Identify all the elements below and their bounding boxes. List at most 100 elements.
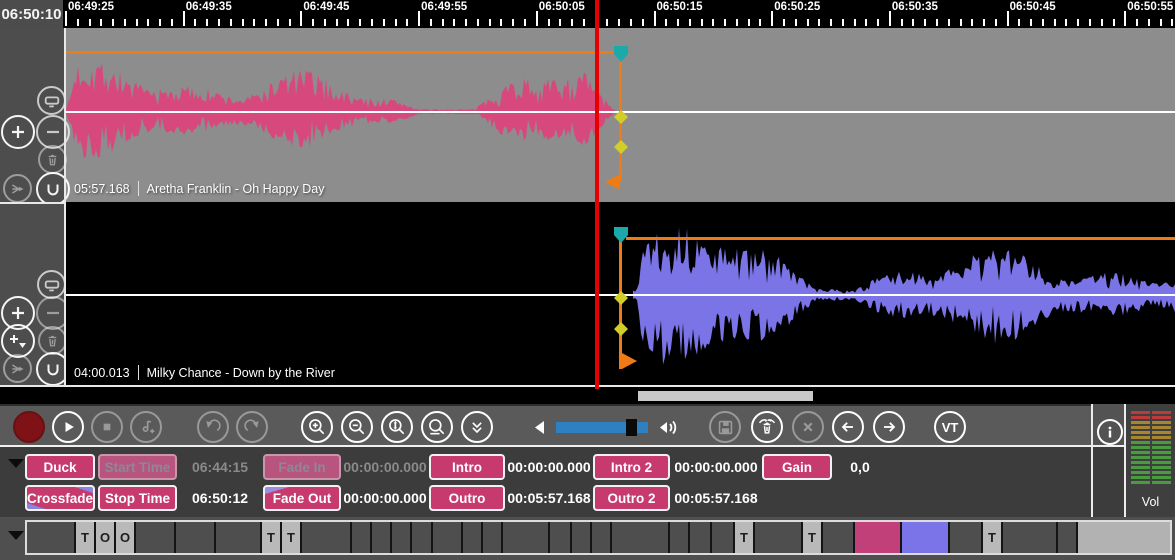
insert-track-button[interactable] [1, 324, 35, 358]
discard-all-button[interactable] [751, 411, 783, 443]
cart-cell[interactable] [352, 522, 372, 553]
zoom-vertical-button[interactable] [381, 411, 413, 443]
horizontal-scrollbar[interactable] [0, 385, 1175, 404]
intro-value[interactable]: 00:00:00.000 [508, 454, 590, 480]
intro-2-value[interactable]: 00:00:00.000 [673, 454, 759, 480]
duck-button[interactable]: Duck [25, 454, 95, 480]
stop-time-button[interactable]: Stop Time [98, 485, 177, 511]
outro-2-button[interactable]: Outro 2 [593, 485, 670, 511]
volume-envelope-line[interactable] [626, 237, 1175, 240]
scrollbar-thumb[interactable] [638, 391, 813, 401]
cue-start-marker[interactable] [613, 226, 629, 244]
playlist-strip[interactable]: TOOTTTTT [25, 520, 1172, 555]
undo-button[interactable] [197, 411, 229, 443]
volume-envelope-line[interactable] [66, 51, 621, 54]
track-1-wave-area[interactable]: 05:57.168 Aretha Franklin - Oh Happy Day [66, 28, 1175, 202]
outro-2-value[interactable]: 00:05:57.168 [673, 485, 759, 511]
record-button[interactable] [13, 411, 45, 443]
cart-cell[interactable] [216, 522, 262, 553]
cart-cell-t[interactable]: T [735, 522, 755, 553]
envelope-node-marker[interactable] [614, 140, 628, 154]
next-button[interactable] [873, 411, 905, 443]
cart-cell-t[interactable]: T [282, 522, 302, 553]
cart-cell[interactable] [550, 522, 572, 553]
collapse-strip-caret[interactable] [8, 531, 24, 540]
close-button[interactable] [792, 411, 824, 443]
cart-cell[interactable] [690, 522, 712, 553]
cart-cell[interactable] [572, 522, 592, 553]
delete-track-button[interactable] [38, 145, 67, 174]
cart-cell[interactable] [712, 522, 735, 553]
start-time-button[interactable]: Start Time [98, 454, 177, 480]
envelope-node-marker[interactable] [614, 322, 628, 336]
outro-value[interactable]: 00:05:57.168 [508, 485, 590, 511]
fade-in-button[interactable]: Fade In [263, 454, 341, 480]
cart-cell[interactable] [950, 522, 983, 553]
cart-cell-o[interactable]: O [96, 522, 116, 553]
zoom-out-button[interactable] [341, 411, 373, 443]
cart-cell[interactable] [392, 522, 412, 553]
cart-cell[interactable] [483, 522, 503, 553]
cart-cell[interactable] [372, 522, 392, 553]
crossfade-button[interactable]: Crossfade [25, 485, 95, 511]
volume-slider-thumb[interactable] [626, 419, 637, 436]
outro-button[interactable]: Outro [429, 485, 505, 511]
fade-in-marker[interactable] [622, 353, 637, 369]
gain-button[interactable]: Gain [762, 454, 832, 480]
fade-out-marker[interactable] [605, 174, 620, 190]
cart-cell[interactable] [463, 522, 483, 553]
stop-button[interactable] [91, 411, 123, 443]
cart-cell[interactable] [855, 522, 902, 553]
fade-out-value[interactable]: 00:00:00.000 [344, 485, 426, 511]
cart-cell[interactable] [823, 522, 855, 553]
merge-tracks-button[interactable] [3, 174, 32, 203]
timeline-ruler[interactable]: 06:49:2506:49:3506:49:4506:49:5506:50:05… [63, 0, 1175, 28]
cart-cell[interactable] [176, 522, 216, 553]
cart-cell[interactable] [592, 522, 612, 553]
cart-cell[interactable] [433, 522, 463, 553]
playhead-cursor[interactable] [595, 0, 599, 389]
envelope-node-marker[interactable] [614, 110, 628, 124]
play-button[interactable] [52, 411, 84, 443]
voice-track-button[interactable]: VT [934, 411, 966, 443]
zoom-in-track-button[interactable] [1, 115, 35, 149]
collapse-panel-caret[interactable] [8, 459, 24, 468]
cue-start-marker[interactable] [613, 45, 629, 63]
cart-cell-o[interactable]: O [116, 522, 136, 553]
merge-tracks-button[interactable] [3, 354, 32, 383]
cart-cell-t[interactable]: T [803, 522, 823, 553]
save-button[interactable] [709, 411, 741, 443]
redo-button[interactable] [236, 411, 268, 443]
cart-cell[interactable] [1078, 522, 1170, 553]
cart-cell[interactable] [27, 522, 76, 553]
cart-cell[interactable] [302, 522, 352, 553]
volume-slider[interactable] [556, 422, 648, 433]
cart-cell[interactable] [1058, 522, 1078, 553]
cart-cell[interactable] [412, 522, 433, 553]
cart-cell-t[interactable]: T [76, 522, 96, 553]
delete-track-button[interactable] [38, 326, 67, 355]
cart-cell[interactable] [612, 522, 670, 553]
cart-cell[interactable] [1003, 522, 1058, 553]
cart-cell-t[interactable]: T [262, 522, 282, 553]
collapse-track-button[interactable] [37, 270, 66, 299]
cart-cell[interactable] [136, 522, 176, 553]
intro-2-button[interactable]: Intro 2 [593, 454, 670, 480]
info-icon[interactable] [1097, 419, 1123, 445]
cart-cell[interactable] [755, 522, 803, 553]
track-2-wave-area[interactable]: 04:00.013 Milky Chance - Down by the Riv… [66, 202, 1175, 385]
cart-cell[interactable] [503, 522, 550, 553]
gain-value[interactable]: 0,0 [835, 454, 885, 480]
fade-in-value[interactable]: 00:00:00.000 [344, 454, 426, 480]
cart-cell[interactable] [670, 522, 690, 553]
stop-time-value[interactable]: 06:50:12 [180, 485, 260, 511]
previous-button[interactable] [832, 411, 864, 443]
collapse-all-button[interactable] [461, 411, 493, 443]
add-audio-button[interactable] [130, 411, 162, 443]
start-time-value[interactable]: 06:44:15 [180, 454, 260, 480]
collapse-track-button[interactable] [37, 86, 66, 115]
cart-cell-t[interactable]: T [983, 522, 1003, 553]
fade-out-button[interactable]: Fade Out [263, 485, 341, 511]
zoom-selection-button[interactable] [421, 411, 453, 443]
envelope-node-marker[interactable] [614, 291, 628, 305]
